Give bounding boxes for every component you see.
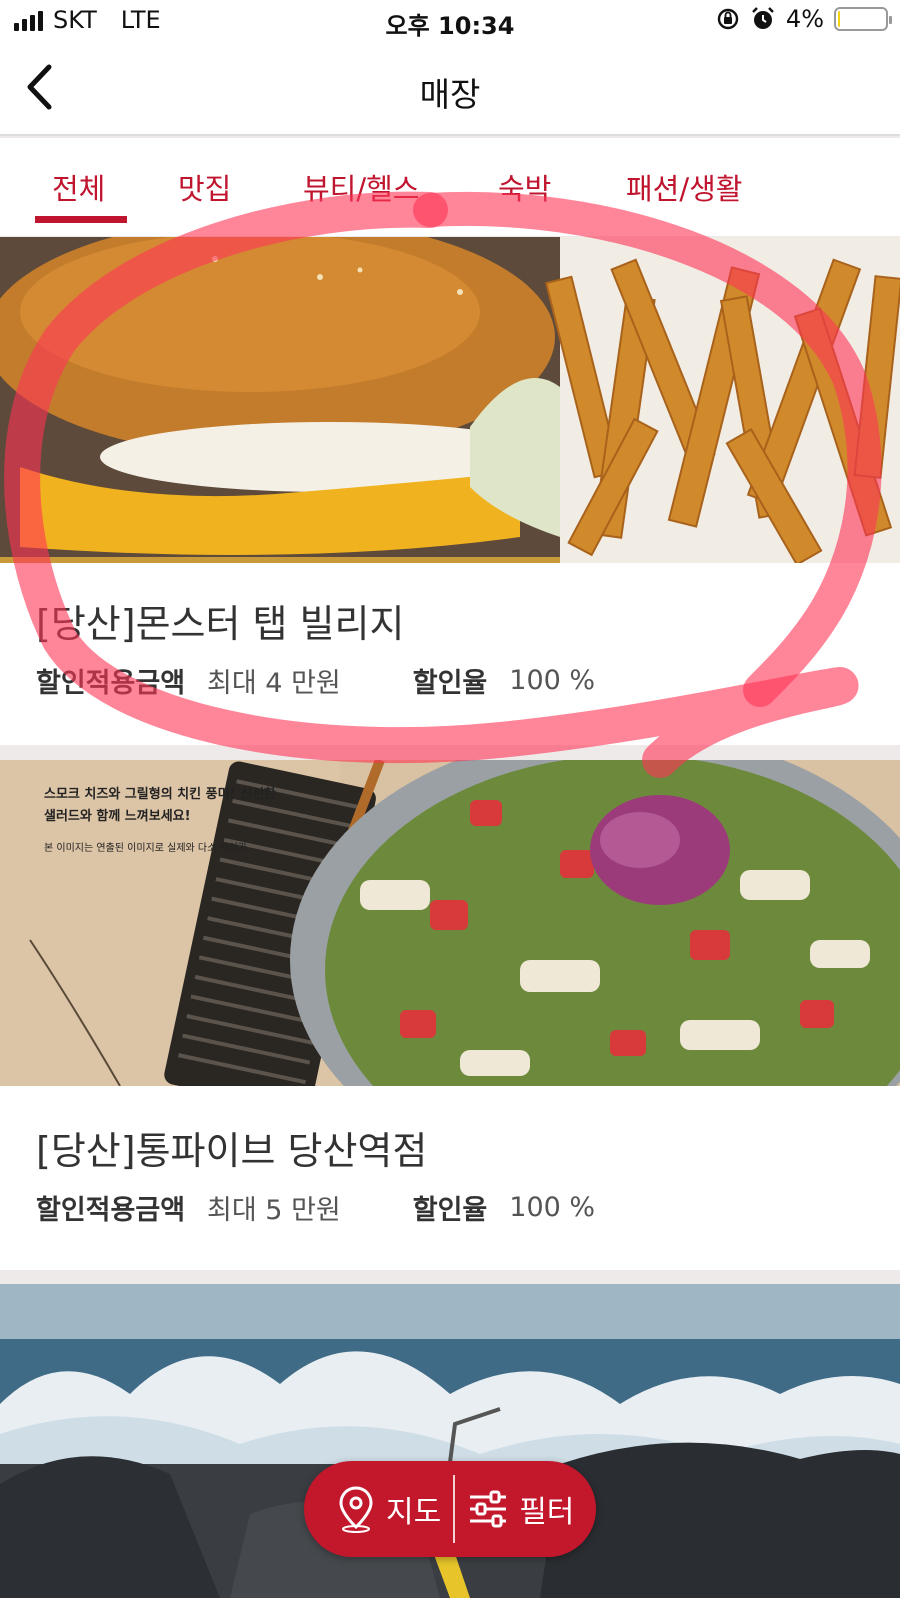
store-meta: 할인적용금액 최대 5 만원 할인율 100 % xyxy=(36,1188,595,1227)
status-right: 4% xyxy=(716,5,892,33)
category-tabs: 전체 맛집 뷰티/헬스 숙박 패션/생활 xyxy=(0,138,900,236)
store-name[interactable]: [당산]몬스터 탭 빌리지 xyxy=(36,593,404,648)
battery-icon xyxy=(834,7,892,31)
discount-amount-label: 할인적용금액 xyxy=(36,668,186,699)
discount-amount-value: 최대 5 만원 xyxy=(207,1195,341,1226)
rotation-lock-icon xyxy=(717,8,739,30)
active-tab-indicator xyxy=(35,216,127,223)
tab-restaurants[interactable]: 맛집 xyxy=(178,166,231,208)
tab-all[interactable]: 전체 xyxy=(52,166,105,208)
nav-bar: 매장 xyxy=(0,40,900,136)
tab-beauty-health[interactable]: 뷰티/헬스 xyxy=(303,166,420,208)
battery-percent: 4% xyxy=(785,5,824,33)
page-title: 매장 xyxy=(419,75,481,114)
store-name[interactable]: [당산]통파이브 당산역점 xyxy=(36,1120,427,1175)
discount-rate-label: 할인율 xyxy=(412,1195,488,1226)
image-caption-line1: 스모크 치즈와 그릴형의 치킨 풍미! 신선한 xyxy=(44,787,276,802)
filter-label: 필터 xyxy=(519,1495,575,1530)
discount-amount-value: 최대 4 만원 xyxy=(207,668,341,699)
discount-rate-label: 할인율 xyxy=(412,668,488,699)
alarm-icon xyxy=(752,7,774,29)
store-image-salad: 스모크 치즈와 그릴형의 치킨 풍미! 신선한 샐러드와 함께 느껴보세요! 본… xyxy=(0,760,900,1086)
image-caption-line2: 샐러드와 함께 느껴보세요! xyxy=(44,809,191,824)
map-label: 지도 xyxy=(386,1495,442,1530)
fab-divider xyxy=(453,1475,456,1543)
image-caption-line3: 본 이미지는 연출된 이미지로 실제와 다소 차이가 xyxy=(44,843,248,854)
filter-sliders-icon xyxy=(470,1490,507,1528)
store-card[interactable]: 스모크 치즈와 그릴형의 치킨 풍미! 신선한 샐러드와 함께 느껴보세요! 본… xyxy=(0,760,900,1270)
map-button[interactable]: 지도 xyxy=(304,1461,441,1557)
tab-lodging[interactable]: 숙박 xyxy=(498,166,551,208)
map-pin-icon xyxy=(339,1486,373,1533)
discount-rate-value: 100 % xyxy=(509,1192,596,1223)
discount-amount-label: 할인적용금액 xyxy=(36,1195,186,1226)
map-filter-bar: 지도 필터 xyxy=(304,1461,596,1557)
tab-fashion-living[interactable]: 패션/생활 xyxy=(626,166,743,208)
store-image-burger xyxy=(0,237,900,563)
status-bar: SKT LTE 오후 10:34 4% xyxy=(0,0,900,40)
filter-button[interactable]: 필터 xyxy=(467,1461,574,1557)
store-card[interactable]: [당산]몬스터 탭 빌리지 할인적용금액 최대 4 만원 할인율 100 % xyxy=(0,237,900,745)
store-meta: 할인적용금액 최대 4 만원 할인율 100 % xyxy=(36,661,595,700)
discount-rate-value: 100 % xyxy=(509,665,596,696)
